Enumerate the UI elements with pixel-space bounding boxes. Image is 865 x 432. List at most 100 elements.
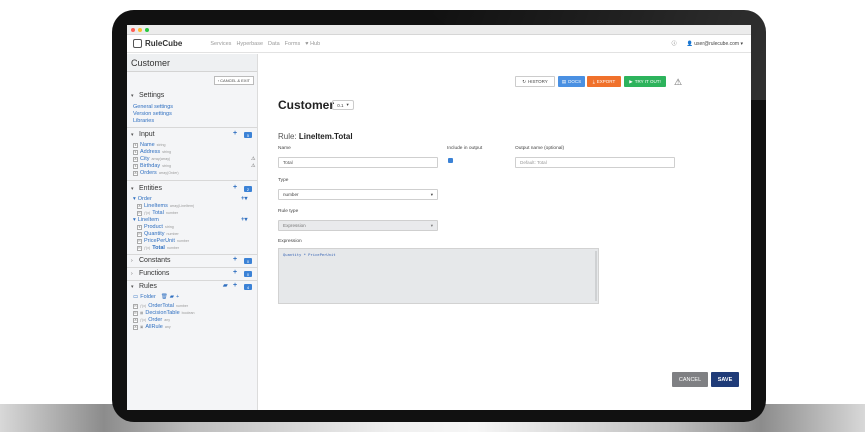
folder-add-icon[interactable]: ▰	[170, 294, 174, 300]
rule-item[interactable]: b ▦ DecisionTable boolean	[133, 310, 194, 316]
rule-item[interactable]: n ƒ(x) OrderTotal number	[133, 303, 188, 309]
user-menu[interactable]: 👤 user@rulecube.com ▾	[687, 41, 743, 47]
help-icon[interactable]: ⓘ	[672, 40, 677, 47]
input-item[interactable]: s Address string	[133, 149, 171, 155]
add-folder-icon[interactable]: ▰	[223, 282, 228, 289]
output-name-input[interactable]: Default: Total	[515, 157, 675, 168]
section-functions[interactable]: › Functions	[131, 270, 169, 277]
rule-item[interactable]: a ▣ AllRule any	[133, 324, 171, 330]
warning-icon[interactable]: ⚠	[674, 77, 682, 88]
rule-item[interactable]: a ƒ(x) Order any	[133, 317, 170, 323]
section-rules-label: Rules	[139, 283, 157, 290]
try-it-out-button[interactable]: ▶ TRY IT OUT!	[624, 76, 666, 87]
add-property-button[interactable]: +▾	[241, 216, 248, 223]
entity-property[interactable]: n PricePerUnit number	[137, 238, 189, 244]
minimize-window-dot[interactable]	[138, 27, 142, 32]
chevron-down-icon: ▾	[131, 131, 134, 138]
page-title: Customer	[278, 98, 335, 112]
type-icon: a	[133, 324, 138, 330]
top-nav: Services Hyperbase Data Forms ♥ Hub	[210, 41, 320, 47]
add-input-button[interactable]: +	[233, 130, 237, 137]
plus-icon[interactable]: +	[176, 294, 179, 300]
function-icon: ƒ(x)	[144, 211, 151, 215]
rules-folder[interactable]: ▭ Folder 🗑 ▰ +	[133, 294, 179, 300]
input-item[interactable]: a City array(array) ⚠	[133, 156, 255, 162]
window-titlebar	[127, 25, 751, 35]
section-settings-label: Settings	[139, 92, 165, 99]
rule-prefix: Rule:	[278, 132, 297, 141]
add-entity-button[interactable]: +	[233, 184, 237, 191]
add-rule-button[interactable]: +	[233, 282, 237, 289]
entity-property-selected[interactable]: n ƒ(x) Total number	[137, 245, 179, 251]
name-input[interactable]: Total	[278, 157, 438, 168]
include-output-checkbox[interactable]	[448, 158, 453, 163]
app-logo[interactable]: RuleCube	[133, 39, 182, 48]
expression-label: Expression	[278, 239, 302, 244]
export-button[interactable]: ⤓ EXPORT	[587, 76, 621, 87]
nav-hyperbase[interactable]: Hyperbase	[236, 41, 263, 47]
section-rules[interactable]: ▾ Rules	[131, 283, 157, 290]
trash-icon[interactable]: 🗑	[161, 294, 168, 300]
link-general-settings[interactable]: General settings	[133, 104, 173, 110]
input-item[interactable]: s Name string	[133, 142, 165, 148]
entity-order[interactable]: ▾ Order	[133, 196, 152, 202]
nav-services[interactable]: Services	[210, 41, 231, 47]
version-select[interactable]: 0.1 ▾	[332, 100, 354, 110]
table-icon: ▦	[140, 311, 144, 315]
section-input[interactable]: ▾ Input	[131, 131, 155, 138]
add-property-button[interactable]: +▾	[241, 195, 248, 202]
app-header: RuleCube Services Hyperbase Data Forms ♥…	[127, 35, 751, 53]
link-version-settings[interactable]: Version settings	[133, 111, 172, 117]
add-function-button[interactable]: +	[233, 269, 237, 276]
item-type: number	[166, 246, 180, 250]
robot-icon: ▣	[140, 325, 144, 329]
chevron-down-icon: ▾	[430, 222, 433, 228]
input-item[interactable]: a Orders array(Order)	[133, 170, 179, 176]
type-icon: n	[137, 231, 142, 237]
maximize-window-dot[interactable]	[145, 27, 149, 32]
chevron-down-icon: ▾	[133, 217, 136, 223]
history-button[interactable]: ↻ HISTORY	[515, 76, 555, 87]
entity-property[interactable]: a LineItems array(LineItem)	[137, 203, 194, 209]
rule-type-select[interactable]: Expression ▾	[278, 220, 438, 231]
warning-icon: ⚠	[251, 156, 256, 162]
save-button[interactable]: SAVE	[711, 372, 739, 387]
close-window-dot[interactable]	[131, 27, 135, 32]
add-constant-button[interactable]: +	[233, 256, 237, 263]
chevron-down-icon: ▾	[740, 40, 743, 47]
section-settings[interactable]: ▾ Settings	[131, 92, 164, 99]
main-panel: ↻ HISTORY ▤ DOCS ⤓ EXPORT ▶ TRY IT OUT! ⚠ Cu…	[258, 54, 751, 410]
nav-forms[interactable]: Forms	[285, 41, 301, 47]
type-select[interactable]: number ▾	[278, 189, 438, 200]
type-value: number	[283, 192, 299, 197]
chevron-right-icon: ›	[131, 257, 133, 264]
nav-hub[interactable]: ♥ Hub	[305, 41, 320, 47]
rule-name: LineItem.Total	[298, 132, 353, 141]
section-constants[interactable]: › Constants	[131, 257, 171, 264]
item-type: string	[162, 150, 171, 154]
item-type: any	[164, 325, 171, 329]
link-libraries[interactable]: Libraries	[133, 118, 154, 124]
item-name: PricePerUnit	[144, 238, 175, 244]
docs-button[interactable]: ▤ DOCS	[558, 76, 585, 87]
input-item[interactable]: s Birthday string ⚠	[133, 163, 255, 169]
chevron-down-icon: ▾	[131, 283, 134, 290]
type-icon: s	[133, 142, 138, 148]
docs-label: DOCS	[568, 79, 582, 84]
nav-data[interactable]: Data	[268, 41, 280, 47]
entity-property[interactable]: n ƒ(x) Total number	[137, 210, 178, 216]
expression-editor[interactable]: Quantity * PricePerUnit	[278, 248, 599, 304]
user-icon: 👤	[686, 40, 693, 47]
type-icon: n	[137, 245, 142, 251]
editor-scrollbar[interactable]	[595, 251, 597, 301]
entity-lineitem[interactable]: ▾ LineItem	[133, 217, 159, 223]
cancel-exit-button[interactable]: ‹ CANCEL & EXIT	[213, 76, 254, 85]
cancel-button[interactable]: CANCEL	[672, 372, 708, 387]
type-icon: n	[133, 303, 138, 309]
entity-property[interactable]: s Product string	[137, 224, 174, 230]
entity-property[interactable]: n Quantity number	[137, 231, 179, 237]
item-name: Name	[140, 142, 155, 148]
chevron-down-icon: ▾	[131, 185, 134, 192]
section-entities[interactable]: ▾ Entities	[131, 185, 162, 192]
cancel-exit-label: CANCEL & EXIT	[220, 78, 250, 83]
